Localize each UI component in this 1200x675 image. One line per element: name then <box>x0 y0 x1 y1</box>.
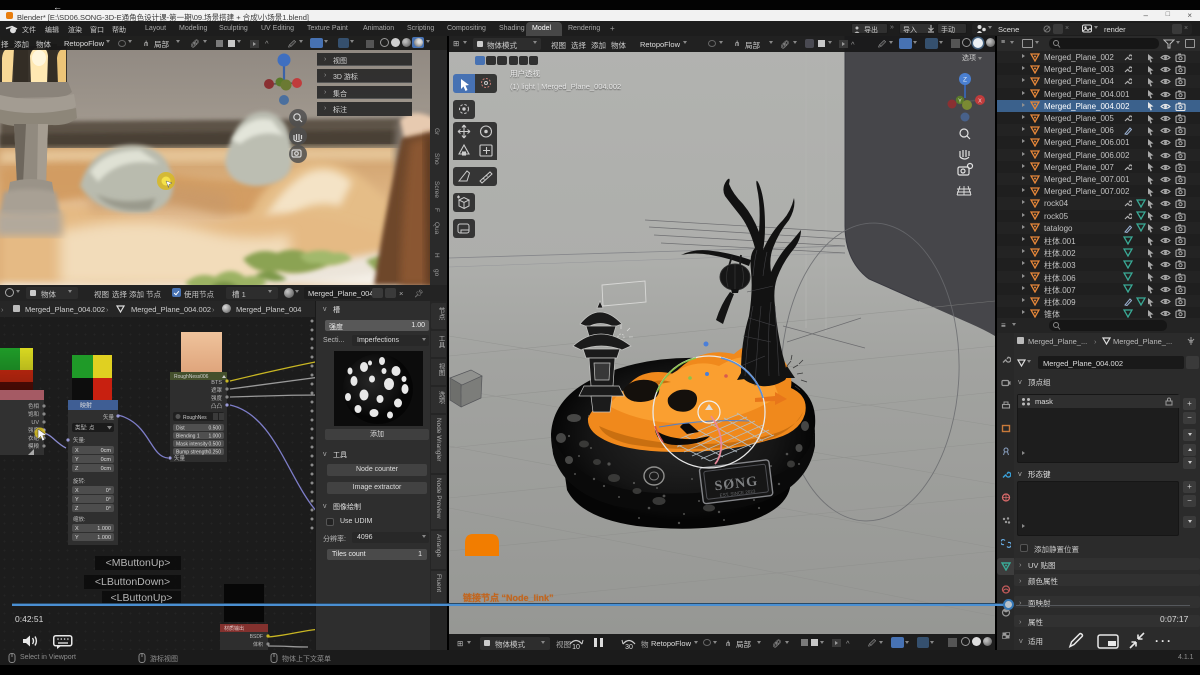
svg-text:UV: UV <box>31 420 39 426</box>
svg-text:0.500: 0.500 <box>208 426 221 432</box>
svg-text:0.500: 0.500 <box>208 442 221 448</box>
svg-text:Z: Z <box>963 77 967 84</box>
svg-text:材质输出: 材质输出 <box>224 625 244 632</box>
svg-text:X: X <box>75 448 79 454</box>
svg-text:类型: 点: 类型: 点 <box>75 424 95 432</box>
svg-text:旋转:: 旋转: <box>73 477 86 485</box>
svg-text:强度: 强度 <box>211 394 223 402</box>
svg-text:矢量: 矢量 <box>174 454 186 462</box>
svg-text:饱和: 饱和 <box>28 410 39 418</box>
svg-text:BSDF: BSDF <box>250 634 263 640</box>
svg-text:Blending 1: Blending 1 <box>176 434 200 440</box>
svg-text:Mask intensity: Mask intensity <box>176 442 208 448</box>
svg-text:Y: Y <box>75 497 79 503</box>
svg-text:RoughNess006: RoughNess006 <box>174 374 209 380</box>
svg-text:Y: Y <box>958 99 962 105</box>
svg-text:色相: 色相 <box>28 402 40 410</box>
svg-text:0cm: 0cm <box>101 457 112 463</box>
svg-text:X: X <box>75 488 79 494</box>
svg-text:X: X <box>75 526 79 532</box>
svg-text:0.250: 0.250 <box>208 450 221 456</box>
svg-text:Y: Y <box>75 535 79 541</box>
svg-text:0°: 0° <box>106 506 111 512</box>
svg-text:1.000: 1.000 <box>97 526 111 532</box>
svg-text:0cm: 0cm <box>101 466 112 472</box>
svg-text:体积: 体积 <box>253 641 263 648</box>
svg-text:Y: Y <box>75 457 79 463</box>
svg-text:矢量: 矢量 <box>103 413 115 421</box>
svg-text:0°: 0° <box>106 497 111 503</box>
svg-text:0cm: 0cm <box>101 448 112 454</box>
svg-text:映射: 映射 <box>80 402 92 410</box>
svg-text:凸凸: 凸凸 <box>211 403 222 410</box>
svg-text:X: X <box>978 99 982 105</box>
svg-text:模粮: 模粮 <box>28 442 40 450</box>
svg-text:1.000: 1.000 <box>97 535 111 541</box>
svg-text:BTS: BTS <box>211 380 222 386</box>
svg-text:矢量:: 矢量: <box>73 436 86 444</box>
svg-text:Dist: Dist <box>176 426 185 432</box>
svg-text:Bump strength: Bump strength <box>176 450 209 456</box>
svg-text:缩放:: 缩放: <box>73 515 86 523</box>
svg-text:0°: 0° <box>106 488 111 494</box>
svg-text:1.000: 1.000 <box>208 434 221 440</box>
svg-text:RoughNes: RoughNes <box>183 415 207 421</box>
svg-text:遮罩: 遮罩 <box>211 386 223 394</box>
